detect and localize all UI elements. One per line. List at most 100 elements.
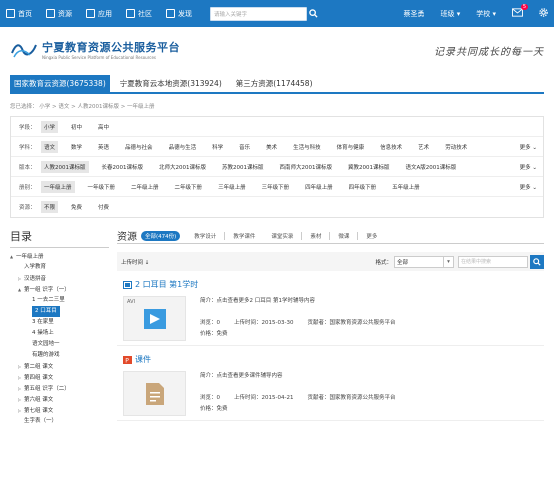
tree-node[interactable]: ▷ 第四组 课文 [10, 372, 109, 383]
filter-option[interactable]: 英语 [95, 141, 112, 153]
filter-option[interactable]: 不限 [41, 201, 59, 213]
resource-title[interactable]: 2 口耳目 第1学时 [123, 279, 544, 290]
tree-node[interactable]: 有趣的游戏 [10, 350, 109, 361]
filter-more-button[interactable]: 更多 ⌄ [520, 183, 537, 191]
filter-option[interactable]: 品德与生活 [166, 141, 200, 153]
nav-item-0[interactable]: 首页 [6, 9, 32, 19]
site-header: 宁夏教育资源公共服务平台 Ningxia Public Service Plat… [0, 27, 554, 71]
tree-node[interactable]: 1 一去二三里 [10, 295, 109, 306]
filter-option[interactable]: 一年级上册 [41, 180, 75, 193]
filter-option[interactable]: 生活与科技 [290, 141, 324, 153]
tree-node-label: 2 口耳目 [32, 306, 60, 317]
filter-option[interactable]: 二年级上册 [128, 181, 162, 193]
filter-option[interactable]: 四年级上册 [302, 181, 336, 193]
ppt-icon: P [123, 355, 132, 364]
search-input[interactable]: 请输入关键字 [210, 6, 307, 21]
resource-stats: 浏览：0 上传时间：2015-04-21 贡献者：国家教育资源公共服务平台 [200, 393, 395, 404]
tree-node[interactable]: ▲ 一年级上册 [10, 251, 109, 262]
source-tab-0[interactable]: 国家教育云资源(3675338) [10, 75, 110, 92]
tree-node[interactable]: 2 口耳目 [10, 306, 109, 317]
filter-more-button[interactable]: 更多 ⌄ [520, 143, 537, 151]
filter-option[interactable]: 美术 [263, 141, 280, 153]
source-tab-2[interactable]: 第三方资源(1174458) [232, 75, 317, 92]
nav-item-4[interactable]: 发现 [166, 9, 192, 19]
filter-option[interactable]: 北师大2001课标版 [156, 161, 209, 173]
category-tab[interactable]: 教学课件 [224, 231, 263, 240]
nav-item-1[interactable]: 资源 [46, 9, 72, 19]
user-name[interactable]: 蔡圣勇 [404, 9, 425, 19]
filter-option[interactable]: 三年级下册 [259, 181, 293, 193]
filter-option[interactable]: 长春2001课标版 [99, 161, 147, 173]
filter-option[interactable]: 冀教2001课标版 [345, 161, 393, 173]
tree-node[interactable]: ▷ 汉语拼音 [10, 273, 109, 284]
filter-option[interactable]: 数学 [68, 141, 85, 153]
resource-price: 价格：免费 [200, 406, 228, 412]
resource-date: 上传时间：2015-03-30 [234, 320, 294, 326]
source-tab-1[interactable]: 宁夏教育云本地资源(313924) [116, 75, 226, 92]
filter-option[interactable]: 科学 [209, 141, 226, 153]
resource-thumbnail[interactable]: AVI [123, 296, 186, 341]
filter-option[interactable]: 劳动技术 [442, 141, 470, 153]
tree-node[interactable]: 生字表（一） [10, 416, 109, 427]
class-menu[interactable]: 班级 ▾ [441, 9, 461, 19]
filter-option[interactable]: 语文 [41, 140, 59, 153]
resource-title[interactable]: P 课件 [123, 354, 544, 365]
tree-node[interactable]: ▷ 第七组 课文 [10, 405, 109, 416]
message-count-badge: 5 [520, 4, 528, 10]
filter-option[interactable]: 四年级下册 [346, 181, 380, 193]
nav-item-3[interactable]: 社区 [126, 9, 152, 19]
filter-option[interactable]: 信息技术 [377, 141, 405, 153]
filter-option[interactable]: 三年级上册 [215, 181, 249, 193]
settings-button[interactable] [539, 8, 548, 19]
category-tab[interactable]: 课堂实录 [263, 232, 301, 240]
site-logo[interactable]: 宁夏教育资源公共服务平台 Ningxia Public Service Plat… [10, 39, 180, 60]
filter-option[interactable]: 音乐 [236, 141, 253, 153]
tree-node[interactable]: ▷ 第二组 课文 [10, 361, 109, 372]
tree-node[interactable]: ▲ 第一组 识字（一） [10, 284, 109, 295]
chat-icon [126, 9, 135, 18]
category-tab[interactable]: 教学设计 [186, 232, 224, 240]
filter-option[interactable]: 西南师大2001课标版 [277, 161, 336, 173]
result-search-input[interactable]: 在结果中搜索 [458, 255, 528, 268]
filter-option[interactable]: 小学 [41, 120, 59, 133]
filter-option[interactable]: 高中 [95, 121, 112, 133]
filter-option[interactable]: 苏教2001课标版 [219, 161, 267, 173]
filter-option[interactable]: 免费 [68, 201, 85, 213]
tree-node-label: 入学教育 [24, 264, 47, 270]
filter-option[interactable]: 语文A版2001课标版 [403, 161, 460, 173]
format-select[interactable]: 全部 [394, 255, 444, 268]
chevron-down-icon[interactable]: ▾ [444, 255, 454, 268]
message-button[interactable]: 5 [512, 4, 528, 19]
filter-option[interactable]: 二年级下册 [172, 181, 206, 193]
category-tab[interactable]: 更多 [357, 231, 385, 240]
resource-thumbnail[interactable] [123, 371, 186, 416]
filter-more-button[interactable]: 更多 ⌄ [520, 163, 537, 171]
catalog-heading: 目录 [10, 228, 109, 248]
filter-option[interactable]: 人教2001课标版 [41, 160, 89, 173]
category-tab[interactable]: 微课 [329, 231, 357, 240]
filter-option[interactable]: 体育与健康 [334, 141, 368, 153]
filter-option[interactable]: 一年级下册 [85, 181, 119, 193]
tree-node[interactable]: 3 在家里 [10, 317, 109, 328]
tree-node[interactable]: 入学教育 [10, 262, 109, 273]
tab-all-resources[interactable]: 全部(474份) [141, 230, 181, 241]
main-area: 目录 ▲ 一年级上册 入学教育 ▷ 汉语拼音 ▲ 第一组 识字（一） 1 一去二三里 2 口耳目… [10, 228, 544, 427]
tree-node[interactable]: ▷ 第五组 识字（二） [10, 383, 109, 394]
filter-option[interactable]: 初中 [68, 121, 85, 133]
tree-node[interactable]: 4 操场上 [10, 328, 109, 339]
resource-author: 贡献者：国家教育资源公共服务平台 [307, 320, 396, 326]
filter-option[interactable]: 付费 [95, 201, 112, 213]
school-menu[interactable]: 学校 ▾ [476, 9, 496, 19]
category-tab[interactable]: 素材 [301, 231, 329, 240]
search-button[interactable] [306, 7, 320, 21]
nav-item-2[interactable]: 应用 [86, 9, 112, 19]
filter-option[interactable]: 五年级上册 [389, 181, 423, 193]
result-search-button[interactable] [530, 254, 544, 269]
tree-node[interactable]: 语文园地一 [10, 339, 109, 350]
sort-upload-time[interactable]: 上传时间 ↓ [121, 258, 149, 266]
nav-item-label: 首页 [18, 9, 32, 18]
filter-option[interactable]: 艺术 [415, 141, 432, 153]
tree-node[interactable]: ▷ 第六组 课文 [10, 394, 109, 405]
filter-option[interactable]: 品德与社会 [122, 141, 156, 153]
